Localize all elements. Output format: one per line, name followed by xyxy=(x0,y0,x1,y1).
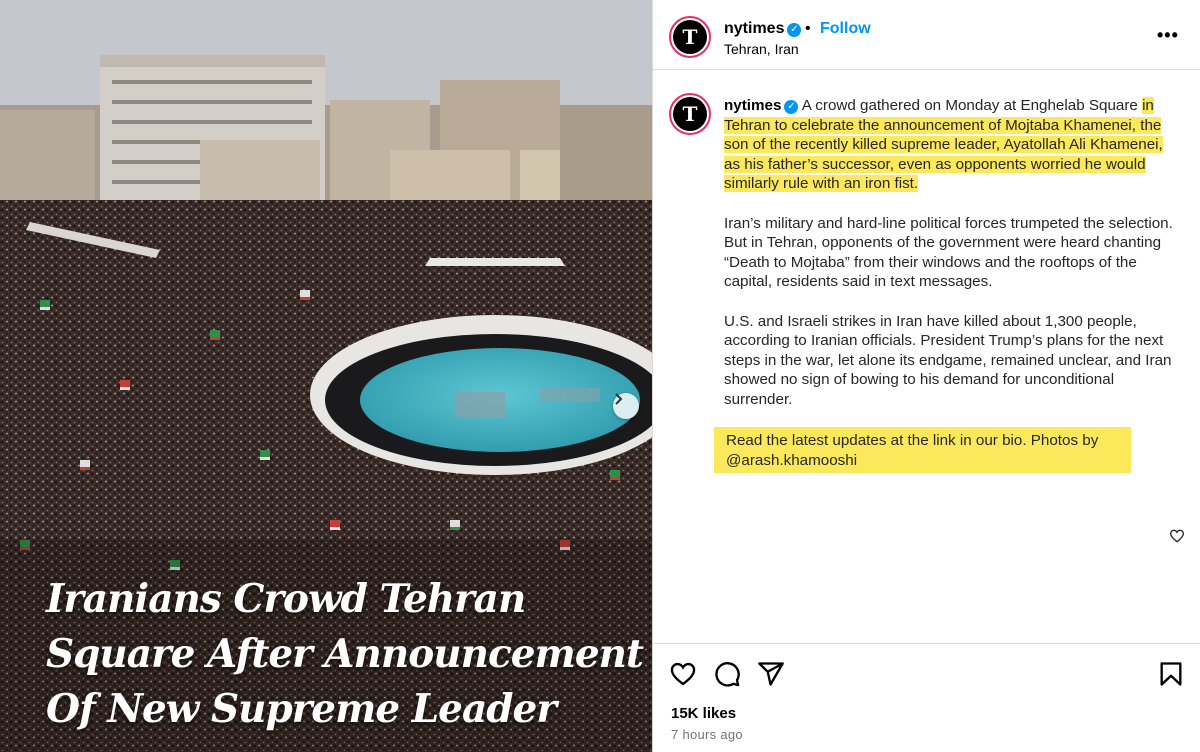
caption-paragraph: Read the latest updates at the link in o… xyxy=(726,432,1099,469)
caption-paragraph: Iran’s military and hard-line political … xyxy=(724,214,1173,291)
caption-text: A crowd gathered on Monday at Enghelab S… xyxy=(801,97,1143,114)
likes-count[interactable]: 15K likes xyxy=(671,705,736,722)
nyt-logo-icon: T xyxy=(673,97,707,131)
caption-avatar[interactable]: T xyxy=(669,93,711,135)
caption-username[interactable]: nytimes xyxy=(724,97,781,114)
carousel-next-button[interactable] xyxy=(613,393,639,419)
headline-line: Iranians Crowd Tehran xyxy=(46,576,526,622)
post-photo: Iranians Crowd Tehran Square After Annou… xyxy=(0,0,652,752)
headline-line: Of New Supreme Leader xyxy=(46,686,557,732)
separator-dot: • xyxy=(805,20,811,37)
like-comment-heart-icon[interactable] xyxy=(1169,528,1185,544)
post-header: T nytimes ✓ • Follow Tehran, Iran ••• xyxy=(653,0,1200,70)
verified-badge-icon: ✓ xyxy=(787,22,802,37)
location-link[interactable]: Tehran, Iran xyxy=(724,41,799,57)
comment-icon[interactable] xyxy=(713,660,741,688)
post-timestamp[interactable]: 7 hours ago xyxy=(671,727,743,742)
header-username[interactable]: nytimes ✓ xyxy=(724,20,802,38)
headline-line: Square After Announcement xyxy=(46,631,644,677)
verified-badge-icon: ✓ xyxy=(784,99,799,114)
follow-button[interactable]: Follow xyxy=(820,20,871,38)
post-actions: 15K likes 7 hours ago xyxy=(653,643,1200,752)
more-options-icon[interactable]: ••• xyxy=(1157,25,1179,46)
nyt-logo-icon: T xyxy=(673,20,707,54)
caption-paragraph: U.S. and Israeli strikes in Iran have ki… xyxy=(724,312,1172,408)
save-bookmark-icon[interactable] xyxy=(1157,660,1185,688)
like-heart-icon[interactable] xyxy=(669,660,697,688)
username-text[interactable]: nytimes xyxy=(724,20,784,37)
photo-headline: Iranians Crowd Tehran Square After Annou… xyxy=(46,572,646,737)
caption-paragraph: nytimes ✓ A crowd gathered on Monday at E… xyxy=(724,96,1174,194)
post-caption: nytimes ✓ A crowd gathered on Monday at E… xyxy=(724,96,1174,429)
avatar[interactable]: T xyxy=(669,16,711,58)
share-icon[interactable] xyxy=(757,660,785,688)
chevron-right-icon xyxy=(615,393,623,405)
post-side-panel: T nytimes ✓ • Follow Tehran, Iran ••• T n… xyxy=(652,0,1200,752)
